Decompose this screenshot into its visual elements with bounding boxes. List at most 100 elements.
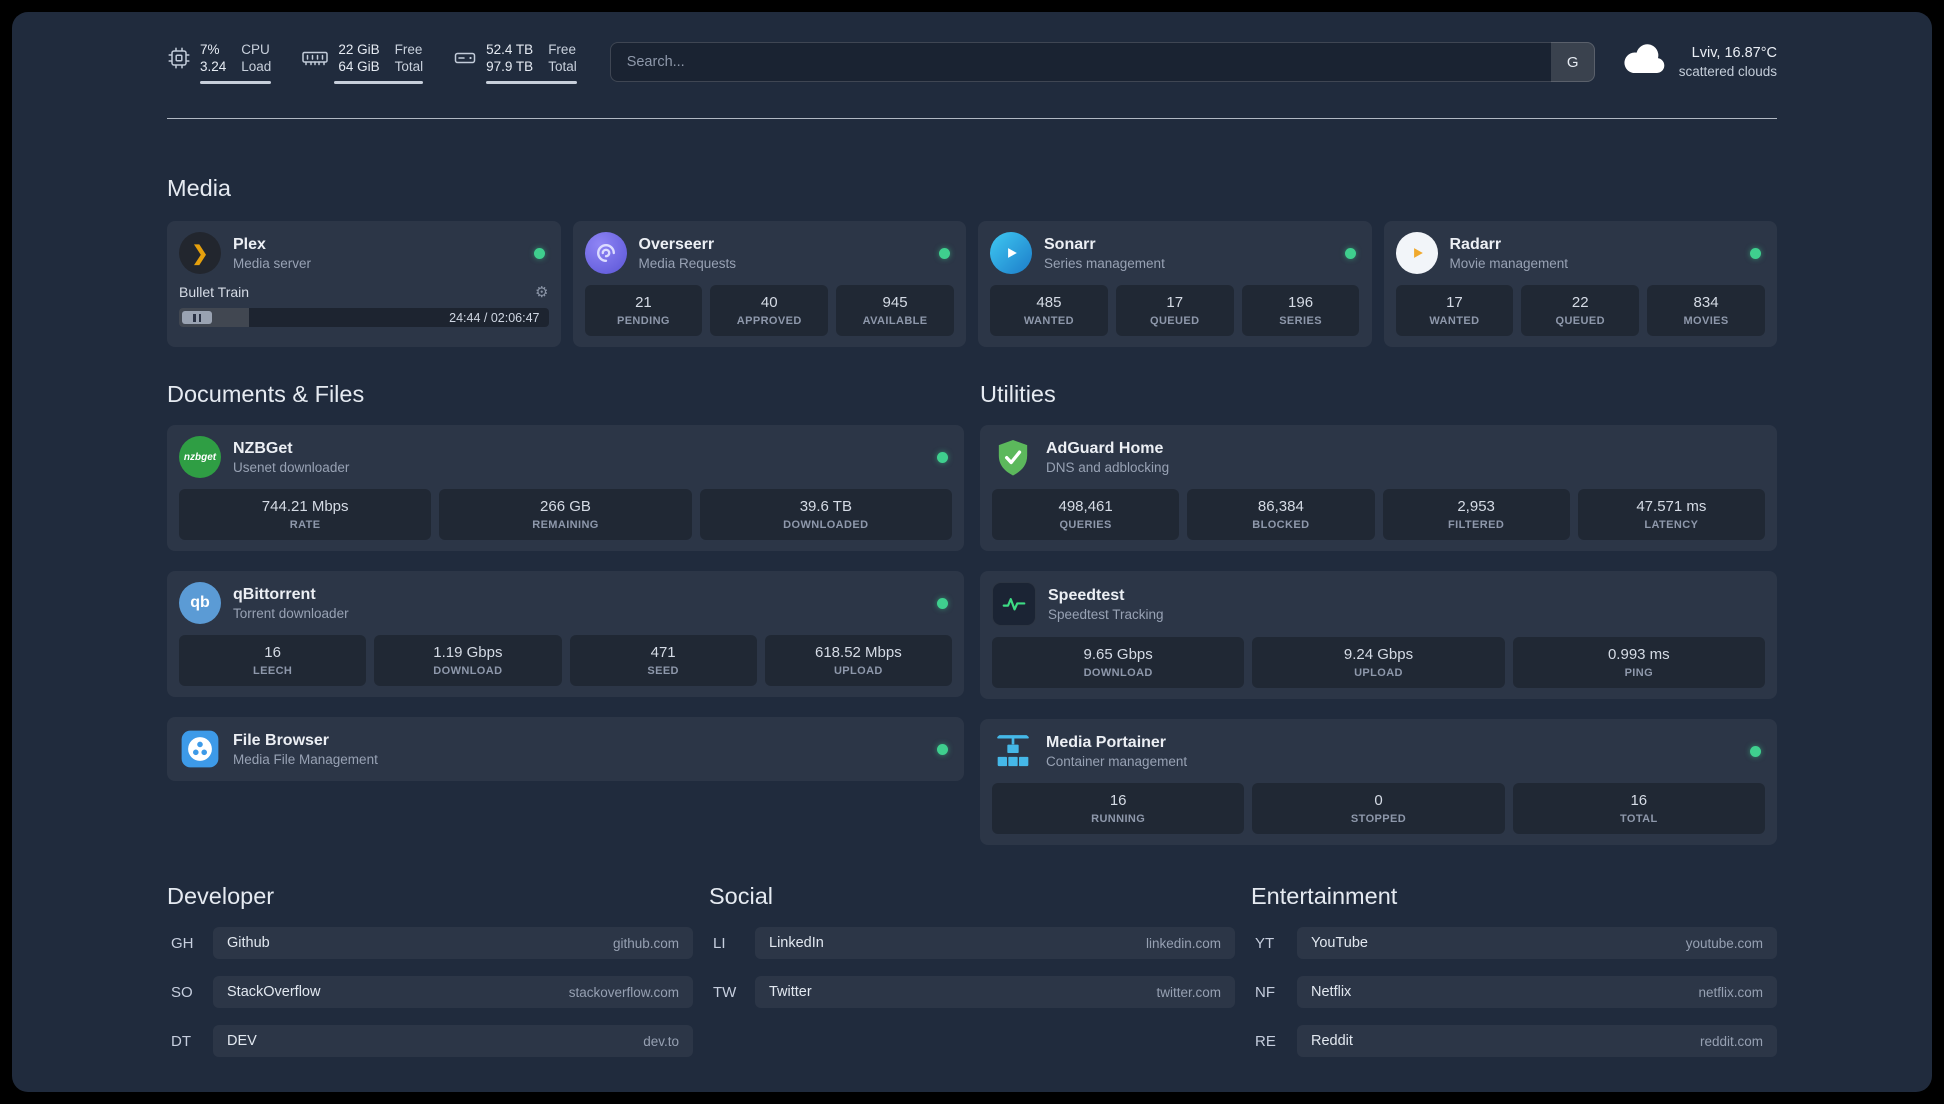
- pause-button[interactable]: [182, 311, 212, 324]
- stat-upload: 618.52 Mbps UPLOAD: [764, 635, 952, 686]
- bookmark-netflix[interactable]: NF Netflix netflix.com: [1251, 976, 1777, 1008]
- stat-available: 945 AVAILABLE: [836, 285, 954, 336]
- status-dot: [937, 597, 948, 609]
- section-title-media: Media: [167, 175, 232, 201]
- overseerr-icon: [584, 232, 627, 274]
- stat-blocked: 86,384 BLOCKED: [1187, 489, 1375, 540]
- bookmark-abbr: LI: [713, 934, 726, 952]
- bookmark-domain: stackoverflow.com: [568, 984, 679, 1000]
- bookmark-abbr: DT: [171, 1032, 191, 1050]
- bookmark-linkedin[interactable]: LI LinkedIn linkedin.com: [709, 927, 1235, 959]
- status-dot: [937, 451, 948, 463]
- status-dot: [533, 247, 545, 259]
- service-description: Media server: [233, 255, 312, 271]
- service-card-qbittorrent[interactable]: qb qBittorrent Torrent downloader 16 LEE…: [167, 571, 964, 697]
- service-description: Media Requests: [638, 255, 737, 271]
- service-description: Torrent downloader: [233, 605, 349, 621]
- bookmark-domain: linkedin.com: [1145, 935, 1221, 951]
- stat-series: 196 SERIES: [1241, 285, 1360, 336]
- bookmark-stackoverflow[interactable]: SO StackOverflow stackoverflow.com: [167, 976, 693, 1008]
- service-card-sonarr[interactable]: Sonarr Series management 485 WANTED 17 Q…: [978, 221, 1372, 347]
- topbar-divider: [167, 118, 1777, 119]
- bookmark-dev[interactable]: DT DEV dev.to: [167, 1025, 693, 1057]
- bookmark-github[interactable]: GH Github github.com: [167, 927, 693, 959]
- service-description: Media File Management: [233, 751, 378, 767]
- service-name: File Browser: [233, 731, 330, 749]
- bookmark-name: YouTube: [1311, 935, 1368, 951]
- section-title-developer: Developer: [167, 883, 275, 909]
- dashboard-panel: 7% 3.24 CPU Load 22 GiB 64 GiB Free Tota…: [12, 12, 1932, 1092]
- memory-total-value: 64 GiB: [338, 58, 380, 74]
- disk-usage-bar: [486, 80, 577, 84]
- service-description: Usenet downloader: [233, 459, 350, 475]
- cpu-label: CPU: [241, 41, 270, 57]
- stat-latency: 47.571 ms LATENCY: [1577, 489, 1765, 540]
- memory-free-label: Free: [394, 41, 423, 57]
- stat-movies: 834 MOVIES: [1647, 285, 1765, 336]
- disk-drive-icon: [453, 46, 477, 70]
- filebrowser-icon: [179, 728, 221, 770]
- search-input[interactable]: [609, 42, 1595, 82]
- radarr-icon: [1395, 232, 1438, 274]
- bookmark-youtube[interactable]: YT YouTube youtube.com: [1251, 927, 1777, 959]
- weather-location: Lviv, 16.87°C: [1691, 45, 1777, 61]
- weather-widget: Lviv, 16.87°C scattered clouds: [1621, 43, 1777, 82]
- service-name: Plex: [233, 235, 266, 253]
- stat-wanted: 17 WANTED: [1395, 285, 1514, 336]
- service-card-overseerr[interactable]: Overseerr Media Requests 21 PENDING 40 A…: [572, 221, 966, 347]
- cpu-usage-bar: [200, 80, 272, 84]
- service-card-speedtest[interactable]: Speedtest Speedtest Tracking 9.65 Gbps D…: [980, 571, 1777, 699]
- stat-queries: 498,461 QUERIES: [992, 489, 1180, 540]
- bookmark-group-developer: Developer GH Github github.com SO StackO…: [167, 881, 693, 1057]
- service-description: Movie management: [1449, 255, 1569, 271]
- bookmark-name: DEV: [227, 1033, 257, 1049]
- bookmark-domain: dev.to: [643, 1033, 679, 1049]
- bookmark-twitter[interactable]: TW Twitter twitter.com: [709, 976, 1235, 1008]
- stat-leech: 16 LEECH: [179, 635, 367, 686]
- bookmark-domain: netflix.com: [1698, 984, 1763, 1000]
- search-provider-button[interactable]: G: [1550, 42, 1595, 82]
- service-card-nzbget[interactable]: nzbget NZBGet Usenet downloader 744.21 M…: [167, 425, 964, 551]
- disk-free-value: 52.4 TB: [486, 41, 534, 57]
- stat-queued: 17 QUEUED: [1115, 285, 1234, 336]
- playback-progress-bar[interactable]: 24:44 / 02:06:47: [179, 308, 549, 327]
- service-name: Speedtest: [1048, 586, 1125, 604]
- status-dot: [937, 743, 948, 755]
- bookmark-name: Netflix: [1311, 984, 1352, 1000]
- service-name: AdGuard Home: [1046, 439, 1164, 457]
- playback-time: 24:44 / 02:06:47: [449, 310, 540, 325]
- service-card-adguard[interactable]: AdGuard Home DNS and adblocking 498,461 …: [980, 425, 1777, 551]
- plex-chevron-glyph: ❯: [191, 242, 209, 265]
- disk-widget: 52.4 TB 97.9 TB Free Total: [453, 41, 577, 84]
- service-card-filebrowser[interactable]: File Browser Media File Management: [167, 717, 964, 781]
- gear-icon[interactable]: ⚙: [535, 285, 548, 300]
- cpu-chip-icon: [167, 46, 191, 70]
- service-description: Container management: [1046, 753, 1188, 769]
- documents-column: Documents & Files nzbget NZBGet Usenet d…: [167, 379, 964, 781]
- portainer-crane-icon: [992, 730, 1034, 772]
- search-bar: G: [609, 42, 1595, 82]
- service-card-plex[interactable]: ❯ Plex Media server Bullet Train ⚙ 24:44…: [167, 221, 561, 347]
- cpu-widget: 7% 3.24 CPU Load: [167, 41, 272, 84]
- service-card-portainer[interactable]: Media Portainer Container management 16 …: [980, 719, 1777, 845]
- disk-total-label: Total: [548, 58, 577, 74]
- utilities-column: Utilities AdGuard Home DNS and adblockin…: [980, 379, 1777, 845]
- bookmark-reddit[interactable]: RE Reddit reddit.com: [1251, 1025, 1777, 1057]
- bookmark-domain: reddit.com: [1699, 1033, 1763, 1049]
- now-playing-title: Bullet Train: [179, 284, 250, 300]
- cpu-load-label: Load: [241, 58, 272, 74]
- stat-ping: 0.993 ms PING: [1512, 637, 1765, 688]
- stat-stopped: 0 STOPPED: [1252, 783, 1505, 834]
- disk-free-label: Free: [548, 41, 576, 57]
- stat-rate: 744.21 Mbps RATE: [179, 489, 432, 540]
- service-card-radarr[interactable]: Radarr Movie management 17 WANTED 22 QUE…: [1383, 221, 1777, 347]
- sonarr-icon: [990, 232, 1032, 274]
- bookmark-abbr: YT: [1255, 934, 1275, 952]
- section-title-documents: Documents & Files: [167, 381, 365, 407]
- bookmark-abbr: SO: [171, 983, 193, 1001]
- service-name: Radarr: [1449, 235, 1502, 253]
- service-name: Overseerr: [638, 235, 715, 253]
- service-name: Sonarr: [1044, 235, 1096, 253]
- status-dot: [1750, 247, 1761, 259]
- status-dot: [939, 247, 950, 259]
